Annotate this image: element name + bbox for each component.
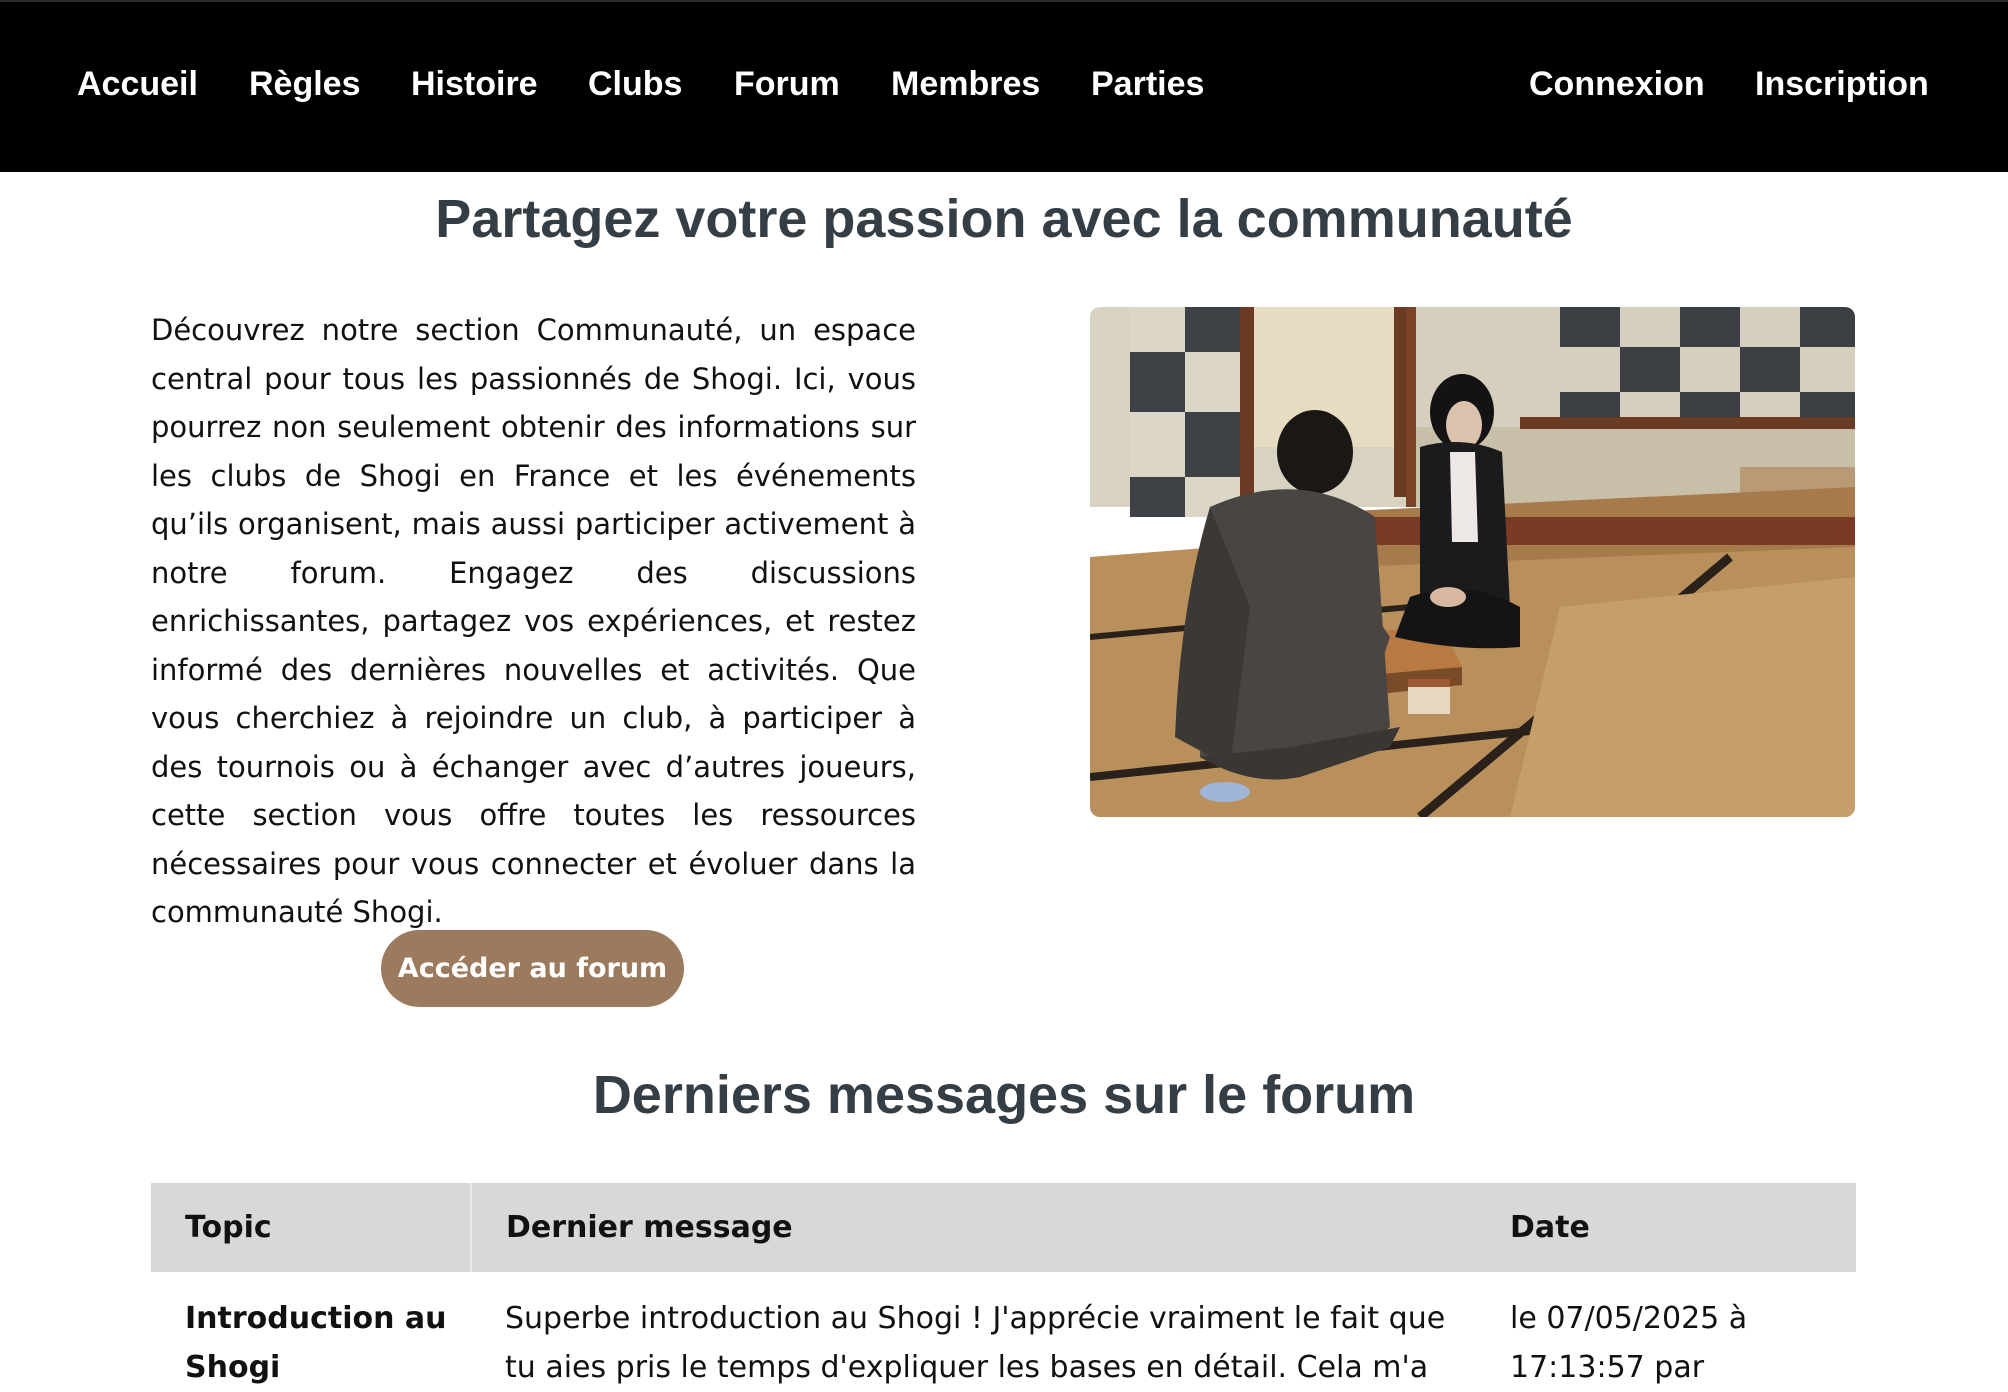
table-row[interactable]: Introduction au Shogi Superbe introducti…: [151, 1272, 1856, 1392]
column-header-message: Dernier message: [471, 1183, 1476, 1272]
nav-link-connexion[interactable]: Connexion: [1529, 64, 1705, 104]
topic-cell[interactable]: Introduction au Shogi: [151, 1272, 471, 1392]
shogi-players-photo: [1090, 307, 1855, 817]
nav-link-regles[interactable]: Règles: [249, 64, 361, 104]
date-cell: le 07/05/2025 à 17:13:57 par evacapri: [1510, 1301, 1748, 1385]
nav-link-parties[interactable]: Parties: [1091, 64, 1204, 104]
community-description: Découvrez notre section Communauté, un e…: [151, 313, 916, 929]
forum-title: Derniers messages sur le forum: [592, 1065, 1416, 1125]
nav-link-inscription[interactable]: Inscription: [1755, 64, 1929, 104]
message-cell: Superbe introduction au Shogi ! J'appréc…: [505, 1301, 1446, 1385]
nav-link-clubs[interactable]: Clubs: [588, 64, 682, 104]
access-forum-button[interactable]: Accéder au forum: [381, 930, 684, 1007]
nav-link-histoire[interactable]: Histoire: [411, 64, 538, 104]
column-header-date: Date: [1476, 1183, 1856, 1272]
nav-link-accueil[interactable]: Accueil: [77, 64, 198, 104]
table-header-row: Topic Dernier message Date: [151, 1183, 1856, 1272]
nav-link-forum[interactable]: Forum: [734, 64, 840, 104]
column-header-topic: Topic: [151, 1183, 472, 1272]
community-title: Partagez votre passion avec la communaut…: [435, 189, 1573, 249]
nav-link-membres[interactable]: Membres: [891, 64, 1040, 104]
top-navbar: Accueil Règles Histoire Clubs Forum Memb…: [0, 0, 2008, 172]
forum-messages-table: Topic Dernier message Date Introduction …: [151, 1183, 1856, 1392]
